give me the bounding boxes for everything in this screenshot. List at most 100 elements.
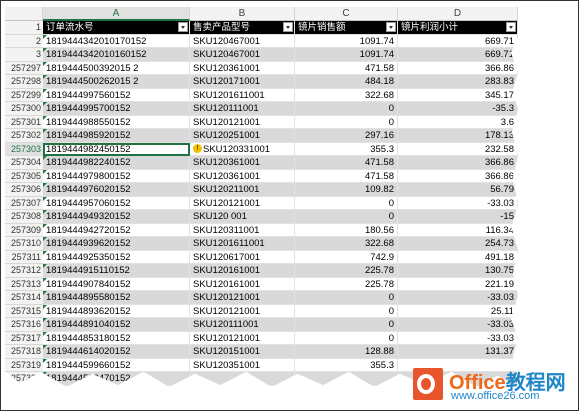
table-cell[interactable]: -15 xyxy=(398,210,518,224)
table-cell[interactable]: 366.86 xyxy=(398,169,518,183)
table-cell[interactable]: SKU120121001 xyxy=(190,196,295,210)
table-cell[interactable]: SKU120121001 xyxy=(190,331,295,345)
row-header[interactable]: 257307 xyxy=(5,196,43,210)
row-header[interactable]: 257309 xyxy=(5,223,43,237)
table-cell[interactable]: 0 xyxy=(295,318,398,332)
filter-dropdown-icon[interactable] xyxy=(506,22,516,32)
table-cell[interactable]: SKU120171001 xyxy=(190,75,295,89)
table-cell[interactable]: 3.6 xyxy=(398,115,518,129)
table-cell[interactable]: 1819444342010170152 xyxy=(43,34,190,48)
table-cell[interactable]: 0 xyxy=(295,331,398,345)
table-cell[interactable]: SKU1201611001 xyxy=(190,237,295,251)
table-cell[interactable]: 484.18 xyxy=(295,75,398,89)
table-cell[interactable]: -33.03 xyxy=(398,318,518,332)
row-header[interactable]: 1 xyxy=(5,21,43,35)
table-cell[interactable]: 1819444939620152 xyxy=(43,237,190,251)
table-cell[interactable]: SKU120 001 xyxy=(190,210,295,224)
column-header-b[interactable]: B xyxy=(190,7,295,21)
row-header[interactable]: 257308 xyxy=(5,210,43,224)
table-cell[interactable]: 1819444982450152 xyxy=(43,142,190,156)
filter-dropdown-icon[interactable] xyxy=(283,22,293,32)
table-cell[interactable]: 471.58 xyxy=(295,61,398,75)
column-header-a[interactable]: A xyxy=(43,7,190,21)
table-cell[interactable]: SKU120467001 xyxy=(190,48,295,62)
table-cell[interactable]: 345.17 xyxy=(398,88,518,102)
table-cell[interactable]: 225.78 xyxy=(295,277,398,291)
warning-icon[interactable]: ! xyxy=(193,144,202,154)
table-cell[interactable]: -35.3 xyxy=(398,102,518,116)
table-cell[interactable]: 1819444500392015 2 xyxy=(43,61,190,75)
table-cell[interactable]: SKU120361001 xyxy=(190,61,295,75)
table-cell[interactable]: SKU120467001 xyxy=(190,34,295,48)
row-header[interactable]: 257300 xyxy=(5,102,43,116)
table-cell[interactable]: 742.9 xyxy=(295,250,398,264)
table-cell[interactable]: 180.56 xyxy=(295,223,398,237)
table-cell[interactable]: SKU120311001 xyxy=(190,223,295,237)
table-cell[interactable]: SKU120121001 xyxy=(190,304,295,318)
table-cell[interactable]: 322.68 xyxy=(295,237,398,251)
table-cell[interactable]: 254.73 xyxy=(398,237,518,251)
table-header-cell[interactable]: 订单流水号 xyxy=(43,21,190,35)
table-cell[interactable]: 1091.74 xyxy=(295,48,398,62)
table-cell[interactable]: 355.3 xyxy=(295,358,398,372)
table-cell[interactable]: SKU120361001 xyxy=(190,169,295,183)
table-header-cell[interactable]: 镜片销售额 xyxy=(295,21,398,35)
table-cell[interactable]: 283.83 xyxy=(398,75,518,89)
table-cell[interactable]: 491.18 xyxy=(398,250,518,264)
table-cell[interactable]: 0 xyxy=(295,102,398,116)
table-cell[interactable]: 471.58 xyxy=(295,169,398,183)
table-cell[interactable]: 1819444985920152 xyxy=(43,129,190,143)
table-cell[interactable]: 1819444614020152 xyxy=(43,345,190,359)
table-cell[interactable]: 1819444997560152 xyxy=(43,88,190,102)
table-cell[interactable]: 1091.74 xyxy=(295,34,398,48)
table-cell[interactable]: 1819444949320152 xyxy=(43,210,190,224)
table-header-cell[interactable]: 售卖产品型号 xyxy=(190,21,295,35)
table-cell[interactable]: 0 xyxy=(295,291,398,305)
row-header[interactable]: 257299 xyxy=(5,88,43,102)
table-cell[interactable]: SKU120251001 xyxy=(190,129,295,143)
table-cell[interactable]: 1819444500262015 2 xyxy=(43,75,190,89)
table-cell[interactable]: 131.37 xyxy=(398,345,518,359)
row-header[interactable]: 257306 xyxy=(5,183,43,197)
select-all-corner[interactable] xyxy=(5,7,43,21)
table-cell[interactable]: 1819444925350152 xyxy=(43,250,190,264)
table-cell[interactable]: -33.03 xyxy=(398,291,518,305)
table-cell[interactable]: SKU120161001 xyxy=(190,277,295,291)
table-cell[interactable]: 297.16 xyxy=(295,129,398,143)
table-cell[interactable]: 0 xyxy=(295,304,398,318)
table-header-cell[interactable]: 镜片利润小计 xyxy=(398,21,518,35)
table-cell[interactable]: SKU1201611001 xyxy=(190,88,295,102)
table-cell[interactable]: 1819444982240152 xyxy=(43,156,190,170)
table-cell[interactable]: -33.03 xyxy=(398,331,518,345)
table-cell[interactable]: 178.13 xyxy=(398,129,518,143)
row-header[interactable]: 3 xyxy=(5,48,43,62)
table-cell[interactable]: ! SKU120331001 xyxy=(190,142,295,156)
row-header[interactable]: 257298 xyxy=(5,75,43,89)
table-cell[interactable]: SKU120211001 xyxy=(190,183,295,197)
row-header[interactable]: 257310 xyxy=(5,237,43,251)
table-cell[interactable]: 1819444907840152 xyxy=(43,277,190,291)
column-header-d[interactable]: D xyxy=(398,7,518,21)
table-cell[interactable]: 1819444893620152 xyxy=(43,304,190,318)
table-cell[interactable]: 1819444599660152 xyxy=(43,358,190,372)
table-cell[interactable]: 0 xyxy=(295,115,398,129)
table-cell[interactable]: 355.3 xyxy=(295,142,398,156)
table-cell[interactable]: 1819444988550152 xyxy=(43,115,190,129)
table-cell[interactable]: 109.82 xyxy=(295,183,398,197)
table-cell[interactable]: SKU120617001 xyxy=(190,250,295,264)
table-cell[interactable]: 1819444995700152 xyxy=(43,102,190,116)
table-cell[interactable]: SKU120161001 xyxy=(190,264,295,278)
table-cell[interactable]: 221.19 xyxy=(398,277,518,291)
table-cell[interactable]: 0 xyxy=(295,196,398,210)
table-cell[interactable]: 56.79 xyxy=(398,183,518,197)
table-cell[interactable]: 225.78 xyxy=(295,264,398,278)
row-header[interactable]: 257312 xyxy=(5,264,43,278)
row-header[interactable]: 2 xyxy=(5,34,43,48)
table-cell[interactable]: 128.88 xyxy=(295,345,398,359)
table-cell[interactable]: 1819444853180152 xyxy=(43,331,190,345)
table-cell[interactable]: 130.75 xyxy=(398,264,518,278)
table-cell[interactable]: 322.68 xyxy=(295,88,398,102)
row-header[interactable]: 257313 xyxy=(5,277,43,291)
table-cell[interactable]: 1819444342010160152 xyxy=(43,48,190,62)
row-header[interactable]: 257303 xyxy=(5,142,43,156)
